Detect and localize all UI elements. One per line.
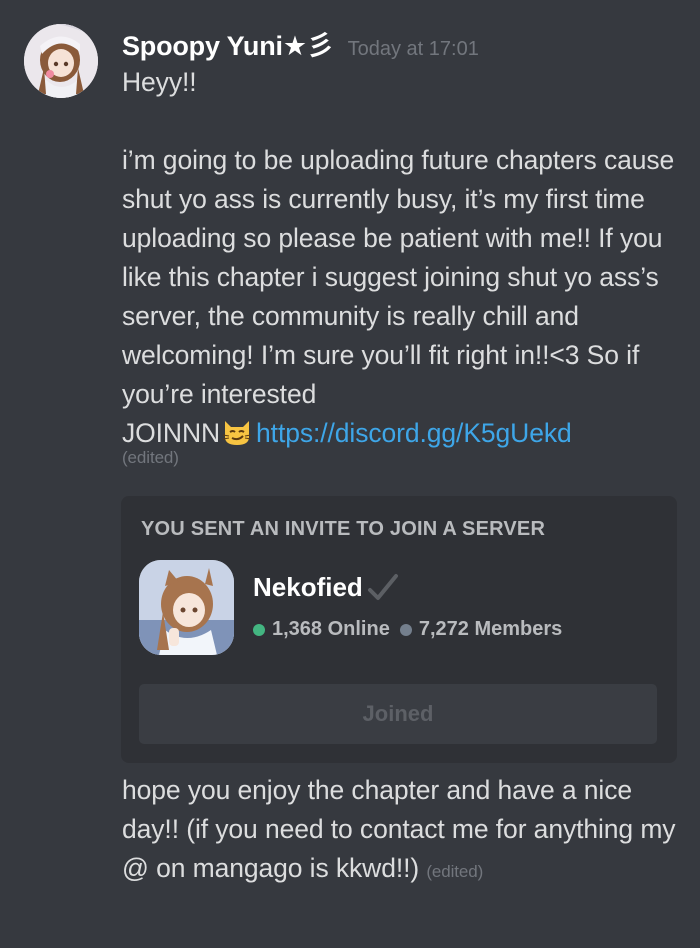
member-count: 7,272 Members <box>418 618 563 640</box>
server-name-text: Nekofied <box>253 572 363 602</box>
server-name[interactable]: Nekofied <box>253 572 399 603</box>
avatar[interactable] <box>24 24 98 98</box>
closing-text: hope you enjoy the chapter and have a ni… <box>122 775 676 883</box>
username[interactable]: Spoopy Yuni★彡 <box>122 24 334 63</box>
joined-button[interactable]: Joined <box>139 684 657 744</box>
members-dot-icon <box>399 623 412 636</box>
avatar-image <box>24 24 98 98</box>
message-content-continued: hope you enjoy the chapter and have a ni… <box>122 771 682 891</box>
invite-link[interactable]: https://discord.gg/K5gUekd <box>256 418 572 448</box>
timestamp: Today at 17:01 <box>347 38 479 60</box>
message-header: Spoopy Yuni★彡 Today at 17:01 <box>122 24 479 64</box>
body-text: i’m going to be uploading future chapter… <box>122 145 675 409</box>
server-icon[interactable] <box>139 560 234 655</box>
invite-title: YOU SENT AN INVITE TO JOIN A SERVER <box>141 518 546 540</box>
server-stats: 1,368 Online 7,272 Members <box>253 618 562 641</box>
greeting-text: Heyy!! <box>122 67 197 97</box>
closing-edited-label: (edited) <box>426 862 484 881</box>
join-text: JOINNN <box>122 418 221 448</box>
message-content: Heyy!! i’m going to be uploading future … <box>122 63 682 469</box>
checkmark-icon <box>367 573 399 603</box>
smirk-cat-emoji-icon <box>222 417 252 447</box>
message-body: i’m going to be uploading future chapter… <box>122 141 682 453</box>
chat-message: Spoopy Yuni★彡 Today at 17:01 Heyy!! i’m … <box>0 0 700 948</box>
online-dot-icon <box>253 623 265 636</box>
server-invite-embed: YOU SENT AN INVITE TO JOIN A SERVER Neko… <box>121 496 677 763</box>
closing-text-block: hope you enjoy the chapter and have a ni… <box>122 771 682 891</box>
online-count: 1,368 Online <box>272 618 390 640</box>
server-icon-image <box>139 560 234 655</box>
